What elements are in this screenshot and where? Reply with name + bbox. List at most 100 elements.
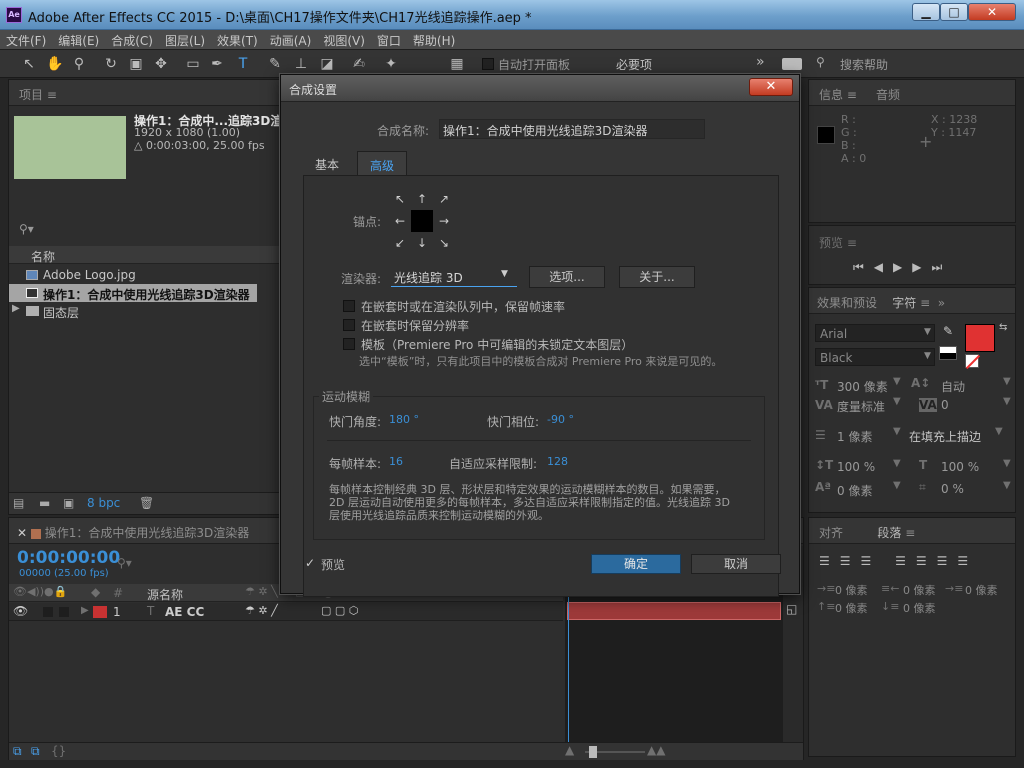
shutter-phase-value[interactable]: -90 ° bbox=[547, 413, 574, 426]
font-size-value[interactable]: 300 像素 bbox=[837, 378, 888, 395]
anchor-n-icon[interactable]: ↑ bbox=[411, 188, 433, 210]
anchor-w-icon[interactable]: ← bbox=[389, 210, 411, 232]
menu-layer[interactable]: 图层(L) bbox=[159, 30, 211, 49]
sync-settings-icon[interactable] bbox=[782, 58, 802, 70]
current-timecode[interactable]: 0:00:00:00 bbox=[17, 548, 120, 568]
expand-arrow-icon[interactable]: ▶ bbox=[12, 303, 20, 314]
menu-view[interactable]: 视图(V) bbox=[317, 30, 371, 49]
fill-color-swatch[interactable] bbox=[965, 324, 995, 352]
type-tool-icon[interactable]: T bbox=[234, 55, 252, 73]
tab-advanced[interactable]: 高级 bbox=[357, 151, 408, 175]
delete-icon[interactable]: 🗑 bbox=[139, 496, 154, 510]
panel-menu-icon[interactable]: ≡ bbox=[47, 88, 57, 102]
about-button[interactable]: 关于... bbox=[619, 266, 695, 288]
audio-toggle[interactable] bbox=[43, 607, 53, 617]
playback-controls[interactable]: ⏮◀▶▶⏭ bbox=[853, 260, 952, 275]
eyedropper-icon[interactable]: ✎ bbox=[943, 324, 953, 338]
samples-value[interactable]: 16 bbox=[389, 455, 403, 468]
indent-right-value[interactable]: 0 像素 bbox=[903, 582, 936, 598]
layer-label-color[interactable] bbox=[93, 606, 107, 618]
layer-name[interactable]: AE CC bbox=[165, 605, 204, 619]
vertical-scale-value[interactable]: 100 % bbox=[837, 460, 875, 474]
project-tab[interactable]: 项目 ≡ bbox=[9, 80, 279, 106]
anchor-ne-icon[interactable]: ↗ bbox=[433, 188, 455, 210]
stroke-width-value[interactable]: 1 像素 bbox=[837, 428, 872, 445]
visibility-icon[interactable]: 👁 bbox=[13, 604, 28, 618]
new-comp-icon[interactable]: ▣ bbox=[63, 496, 74, 510]
pan-behind-tool-icon[interactable]: ✥ bbox=[152, 55, 170, 73]
layer-bar[interactable] bbox=[567, 602, 781, 620]
toggle-modes-icon[interactable]: ⧉ bbox=[31, 744, 40, 759]
column-name[interactable]: 名称 bbox=[31, 248, 55, 265]
tracking-value[interactable]: 0 bbox=[941, 398, 949, 412]
auto-open-checkbox[interactable] bbox=[482, 58, 494, 70]
rectangle-tool-icon[interactable]: ▭ bbox=[184, 55, 202, 73]
menu-help[interactable]: 帮助(H) bbox=[407, 30, 461, 49]
comp-name-field[interactable]: 操作1：合成中使用光线追踪3D渲染器 bbox=[439, 119, 705, 139]
anchor-sw-icon[interactable]: ↙ bbox=[389, 232, 411, 254]
tab-basic[interactable]: 基本 bbox=[303, 151, 351, 175]
adaptive-limit-value[interactable]: 128 bbox=[547, 455, 568, 468]
zoom-out-icon[interactable]: ▲ bbox=[565, 743, 574, 757]
workspace-more-icon[interactable]: » bbox=[756, 54, 765, 70]
interpret-footage-icon[interactable]: ▤ bbox=[13, 496, 24, 510]
tab-align[interactable]: 对齐 bbox=[819, 526, 843, 540]
preview-checkbox[interactable]: ✓ bbox=[305, 556, 315, 570]
alignment-buttons[interactable]: ☰☰☰ ☰☰☰☰ bbox=[819, 554, 978, 568]
selection-tool-icon[interactable]: ↖ bbox=[20, 55, 38, 73]
menu-edit[interactable]: 编辑(E) bbox=[52, 30, 105, 49]
preserve-resolution-checkbox[interactable] bbox=[343, 319, 355, 331]
list-item[interactable]: Adobe Logo.jpg bbox=[9, 266, 279, 284]
toggle-switches-icon[interactable]: ⧉ bbox=[13, 744, 22, 759]
workspace-label[interactable]: 必要项 bbox=[616, 56, 652, 73]
timeline-search-icon[interactable]: ⚲▾ bbox=[117, 556, 132, 570]
anchor-e-icon[interactable]: → bbox=[433, 210, 455, 232]
anchor-s-icon[interactable]: ↓ bbox=[411, 232, 433, 254]
close-window-button[interactable]: ✕ bbox=[968, 3, 1016, 21]
brush-tool-icon[interactable]: ✎ bbox=[266, 55, 284, 73]
pen-tool-icon[interactable]: ✒ bbox=[208, 55, 226, 73]
swap-colors-icon[interactable]: ⇆ bbox=[999, 322, 1007, 333]
horizontal-scale-value[interactable]: 100 % bbox=[941, 460, 979, 474]
expand-layer-icon[interactable]: ▶ bbox=[81, 605, 89, 616]
menu-composition[interactable]: 合成(C) bbox=[105, 30, 159, 49]
stroke-type-select[interactable]: 在填充上描边 bbox=[909, 428, 981, 445]
kerning-value[interactable]: 度量标准 bbox=[837, 398, 885, 415]
menu-effect[interactable]: 效果(T) bbox=[211, 30, 264, 49]
tab-info[interactable]: 信息 bbox=[819, 88, 843, 102]
maximize-button[interactable]: □ bbox=[940, 3, 968, 21]
renderer-select[interactable]: 光线追踪 3D ▼ bbox=[391, 267, 517, 287]
roto-brush-tool-icon[interactable]: ✍ bbox=[350, 55, 368, 73]
template-checkbox[interactable] bbox=[343, 338, 355, 350]
tab-effects-presets[interactable]: 效果和预设 bbox=[817, 296, 877, 310]
search-help-input[interactable]: 搜索帮助 bbox=[840, 56, 888, 73]
anchor-grid[interactable]: ↖ ↑ ↗ ← → ↙ ↓ ↘ bbox=[389, 188, 455, 254]
indent-left-value[interactable]: 0 像素 bbox=[835, 582, 868, 598]
font-family-select[interactable]: Arial ▼ bbox=[815, 324, 935, 342]
tsume-value[interactable]: 0 % bbox=[941, 482, 964, 496]
ok-button[interactable]: 确定 bbox=[591, 554, 681, 574]
options-button[interactable]: 选项... bbox=[529, 266, 605, 288]
baseline-shift-value[interactable]: 0 像素 bbox=[837, 482, 872, 499]
new-folder-icon[interactable]: ▬ bbox=[39, 496, 50, 510]
leading-value[interactable]: 自动 bbox=[941, 378, 965, 395]
preserve-framerate-checkbox[interactable] bbox=[343, 300, 355, 312]
bit-depth[interactable]: 8 bpc bbox=[87, 496, 120, 510]
swap-black-white-icon[interactable] bbox=[939, 346, 957, 360]
comp-marker-icon[interactable]: ◱ bbox=[786, 602, 797, 616]
tab-character[interactable]: 字符 bbox=[892, 296, 916, 310]
no-fill-icon[interactable] bbox=[965, 354, 981, 370]
zoom-slider-handle[interactable] bbox=[589, 746, 597, 758]
font-style-select[interactable]: Black ▼ bbox=[815, 348, 935, 366]
anchor-nw-icon[interactable]: ↖ bbox=[389, 188, 411, 210]
clone-stamp-tool-icon[interactable]: ⊥ bbox=[292, 55, 310, 73]
anchor-center[interactable] bbox=[411, 210, 433, 232]
snapping-icon[interactable]: ▦ bbox=[448, 55, 466, 73]
anchor-se-icon[interactable]: ↘ bbox=[433, 232, 455, 254]
hand-tool-icon[interactable]: ✋ bbox=[46, 55, 64, 73]
list-item[interactable]: ▶ 固态层 bbox=[9, 302, 279, 320]
rotate-tool-icon[interactable]: ↻ bbox=[102, 55, 120, 73]
layer-switches[interactable]: ☂ ✲ ╱ bbox=[245, 604, 278, 617]
toggle-in-out-icon[interactable]: {} bbox=[51, 744, 66, 758]
space-after-value[interactable]: 0 像素 bbox=[903, 600, 936, 616]
